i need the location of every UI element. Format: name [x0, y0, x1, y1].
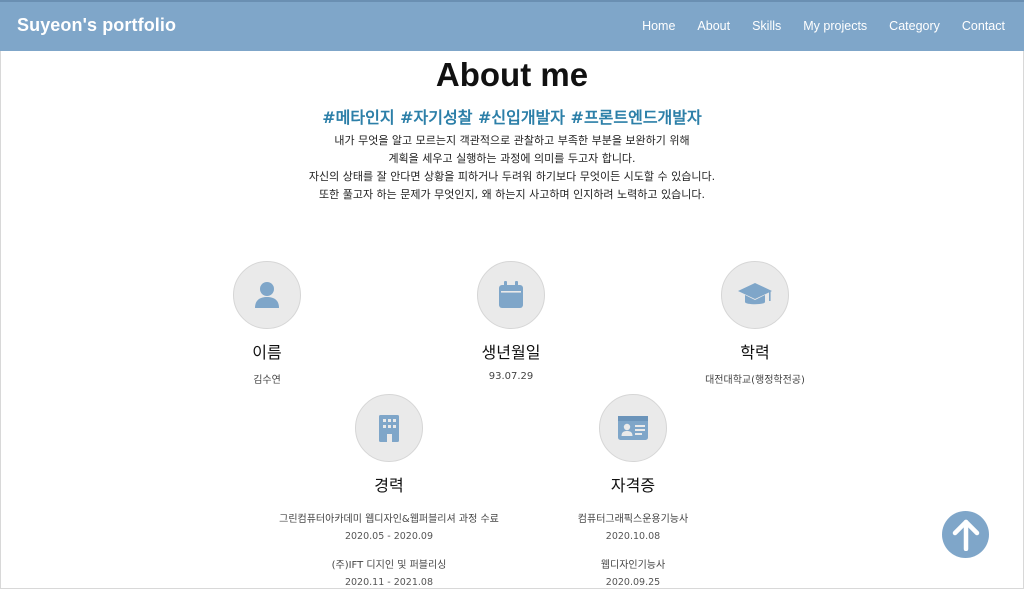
info-label: 자격증 [610, 476, 656, 495]
nav-category[interactable]: Category [889, 19, 940, 33]
nav-about[interactable]: About [697, 19, 730, 33]
icon-circle [477, 261, 545, 329]
scroll-top-button[interactable] [942, 511, 989, 558]
intro-line: 또한 풀고자 하는 문제가 무엇인지, 왜 하는지 사고하며 인지하려 노력하고… [318, 188, 706, 201]
arrow-up-icon [952, 519, 979, 551]
intro-line: 자신의 상태를 잘 안다면 상황을 피하거나 두려워 하기보다 무엇이든 시도할… [308, 170, 716, 183]
cert-entry-title: 컴퓨터그래픽스운용기능사 [577, 514, 689, 525]
icon-circle [355, 394, 423, 462]
icon-circle [233, 261, 301, 329]
info-education: 학력 대전대학교(행정학전공) [605, 261, 905, 386]
hashtags: #메타인지 #자기성찰 #신입개발자 #프론트엔드개발자 [322, 108, 702, 127]
section-title: About me [435, 56, 589, 93]
nav-contact[interactable]: Contact [962, 19, 1005, 33]
nav-skills[interactable]: Skills [752, 19, 781, 33]
cert-entry-date: 2020.09.25 [605, 577, 661, 588]
info-label: 학력 [740, 343, 770, 362]
intro-text: 내가 무엇을 알고 모르는지 객관적으로 관찰하고 부족한 부분을 보완하기 위… [0, 132, 1024, 204]
calendar-icon [499, 281, 523, 308]
brand-logo[interactable]: Suyeon's portfolio [17, 15, 176, 36]
id-card-icon [618, 416, 648, 440]
info-certificates: 자격증 컴퓨터그래픽스운용기능사 2020.10.08 웹디자인기능사 2020… [483, 394, 783, 588]
building-icon [379, 415, 399, 442]
intro-line: 내가 무엇을 알고 모르는지 객관적으로 관찰하고 부족한 부분을 보완하기 위… [334, 134, 690, 147]
cert-entry-title: 웹디자인기능사 [600, 560, 666, 571]
icon-circle [721, 261, 789, 329]
nav-my-projects[interactable]: My projects [803, 19, 867, 33]
info-value: 대전대학교(행정학전공) [705, 375, 805, 386]
cert-entry-date: 2020.10.08 [605, 531, 661, 542]
intro-line: 계획을 세우고 실행하는 과정에 의미를 두고자 합니다. [388, 152, 636, 165]
icon-circle [599, 394, 667, 462]
nav-home[interactable]: Home [642, 19, 675, 33]
nav-menu: Home About Skills My projects Category C… [620, 19, 1005, 33]
navbar: Suyeon's portfolio Home About Skills My … [0, 0, 1024, 51]
person-icon [255, 282, 279, 308]
graduation-cap-icon [738, 283, 772, 305]
